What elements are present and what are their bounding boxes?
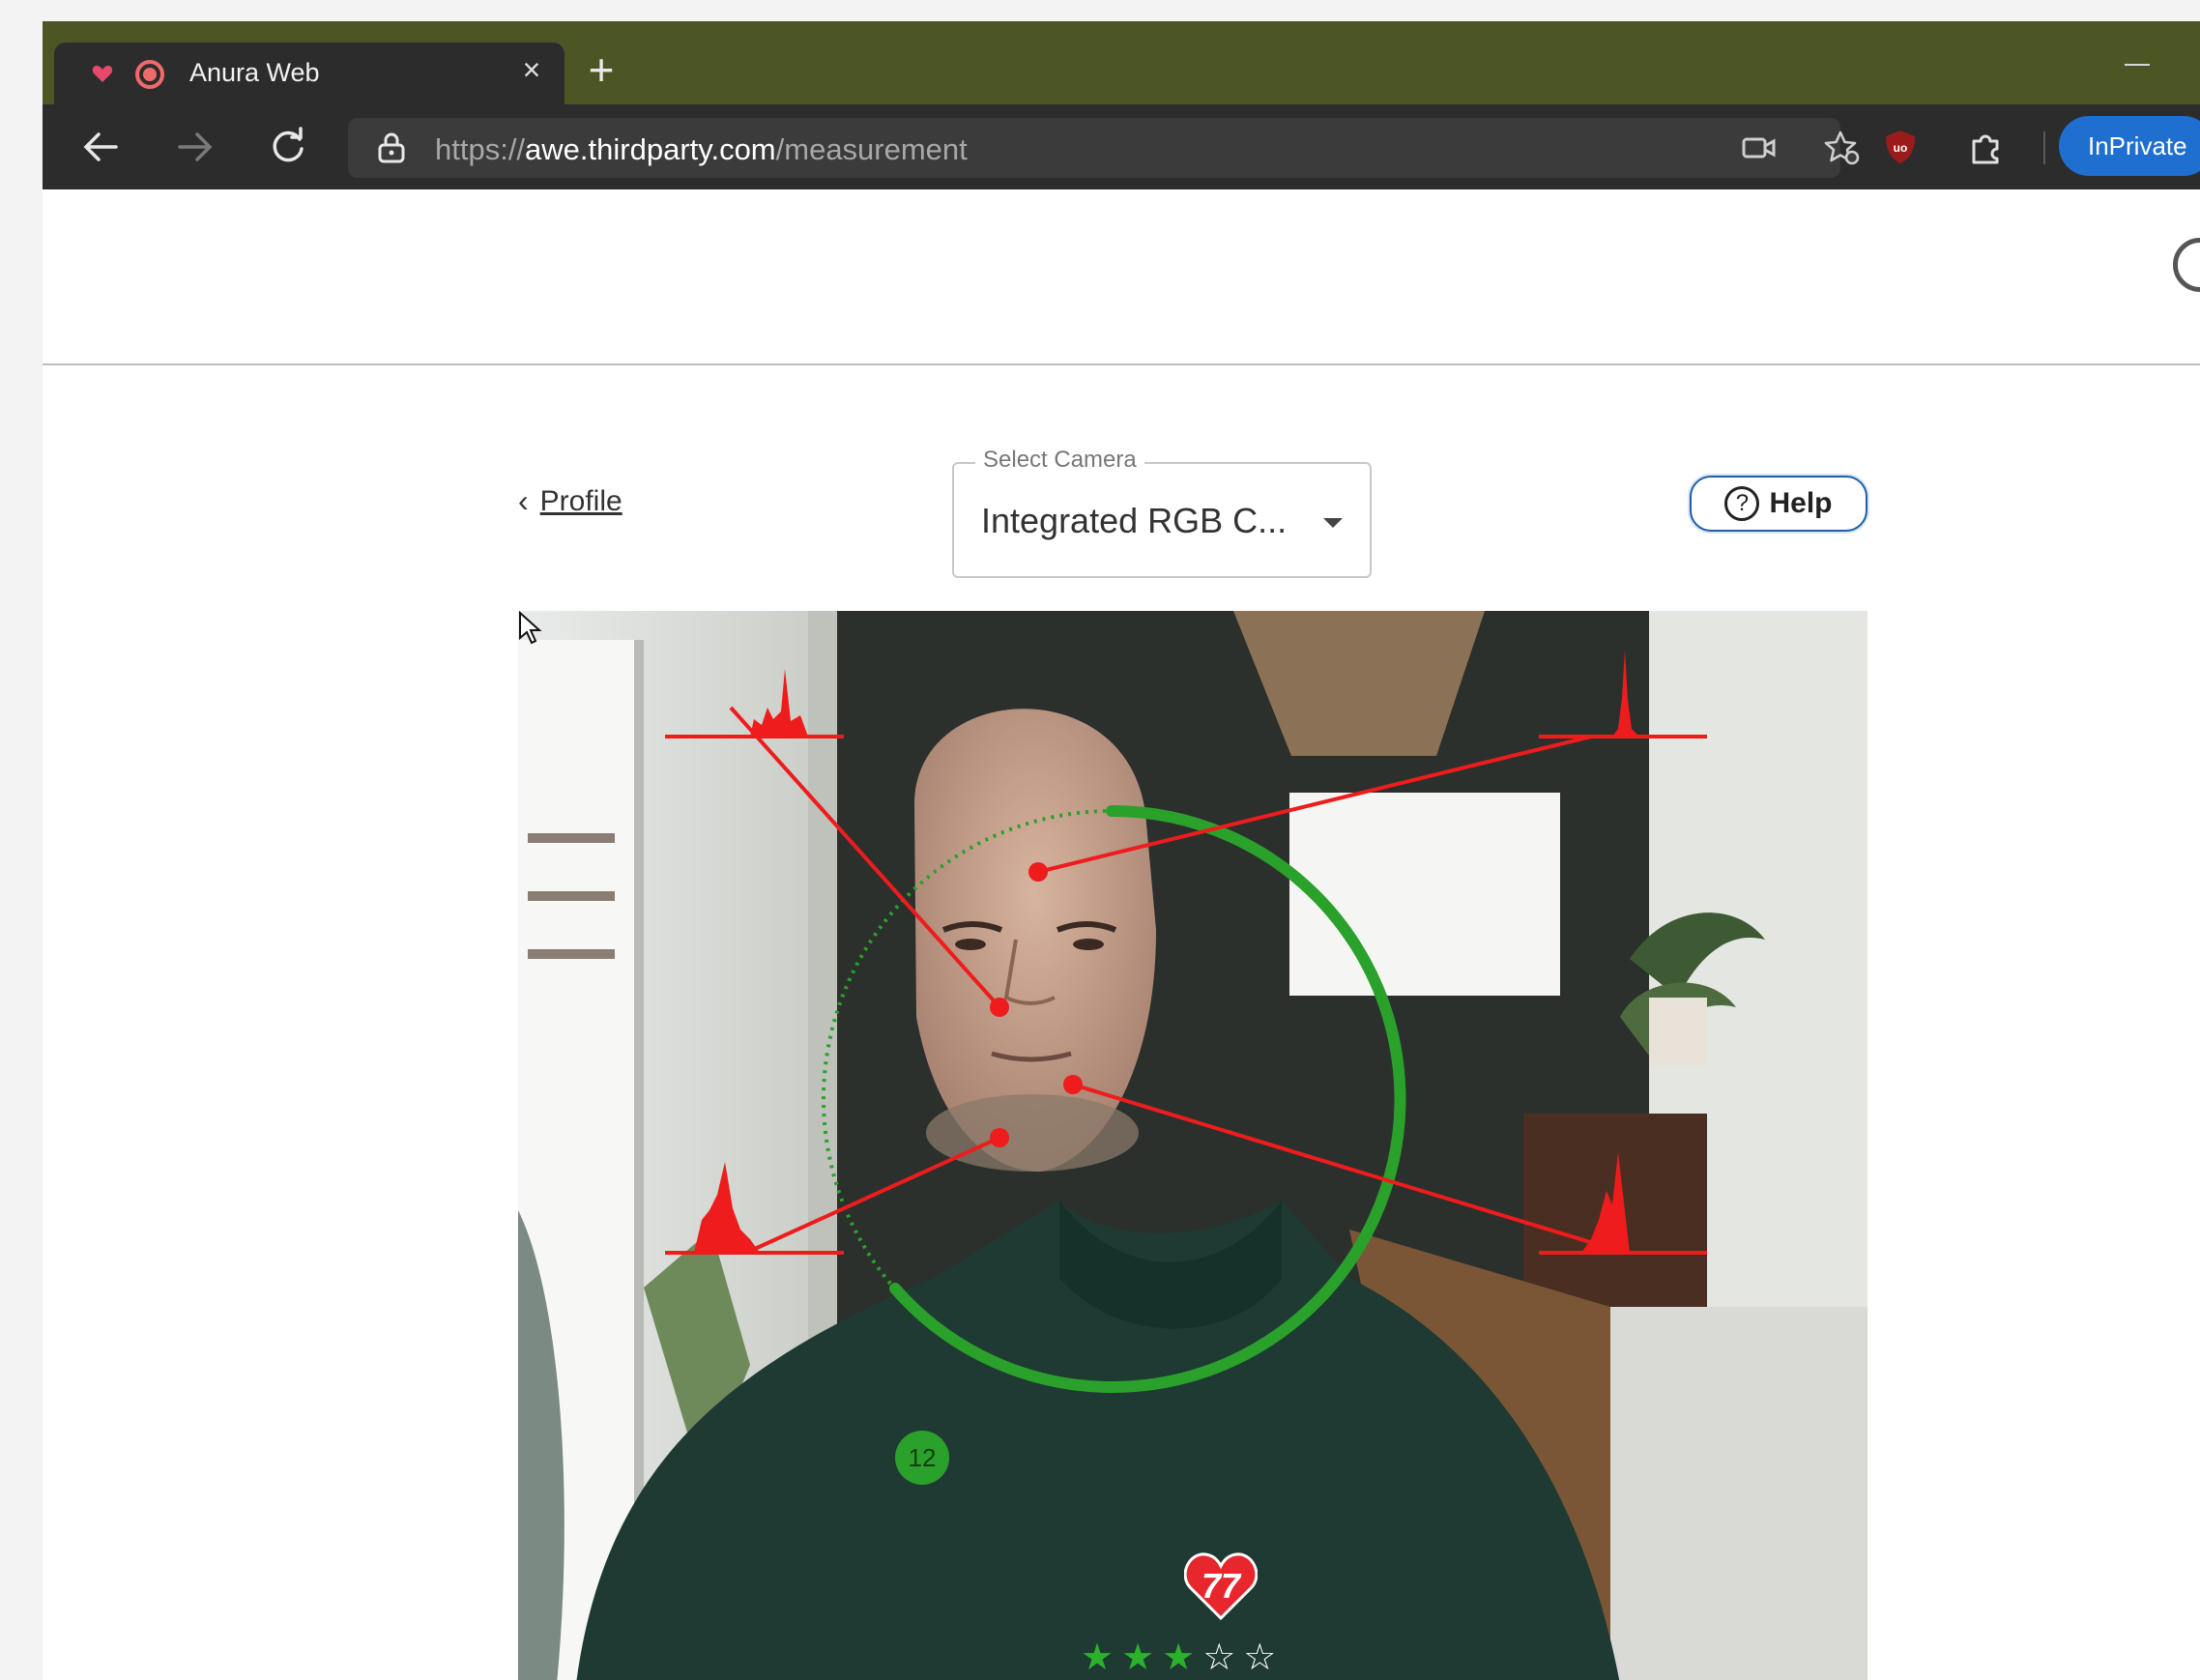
url-host: awe.thirdparty.com <box>525 132 776 166</box>
camera-select-value: Integrated RGB C... <box>981 501 1288 540</box>
profile-link-label: Profile <box>539 484 622 517</box>
roi-nose-dot <box>990 998 1009 1017</box>
connector-cheek <box>1072 1083 1613 1251</box>
inprivate-button[interactable]: InPrivate <box>2059 116 2200 176</box>
camera-feed: 12 77 ★★★☆☆ <box>518 611 1867 1680</box>
signal-histogram-tr <box>1612 650 1639 737</box>
tab-title: Anura Web <box>189 58 320 87</box>
star-empty-icon: ☆☆ <box>1202 1637 1285 1678</box>
page-content: ‹ Profile Select Camera Integrated RGB C… <box>43 189 2200 1680</box>
camera-icon[interactable] <box>1740 129 1779 167</box>
camera-select-label: Select Camera <box>975 447 1144 474</box>
toolbar-separator <box>2043 131 2045 164</box>
signal-histogram-br <box>1581 1152 1630 1253</box>
extensions-icon[interactable] <box>1966 128 2005 166</box>
favorites-icon[interactable] <box>1823 129 1862 167</box>
new-tab-button[interactable]: + <box>580 47 622 93</box>
progress-count-badge: 12 <box>895 1431 949 1485</box>
progress-ring <box>889 805 1406 1393</box>
signal-histogram-tl <box>750 669 808 737</box>
back-icon[interactable] <box>77 124 124 170</box>
user-avatar-icon[interactable] <box>2173 238 2200 292</box>
url-scheme: https:// <box>435 132 526 166</box>
caret-down-icon[interactable] <box>1323 518 1343 528</box>
tab-anura-web[interactable]: Anura Web × <box>54 43 564 104</box>
signal-histogram-bl <box>694 1162 760 1253</box>
reload-icon[interactable] <box>265 124 311 170</box>
lock-icon[interactable] <box>375 131 408 164</box>
help-button[interactable]: ? Help <box>1690 476 1867 532</box>
heart-icon <box>92 65 113 82</box>
connector-forehead <box>1037 735 1592 874</box>
minimize-button[interactable] <box>2125 64 2150 66</box>
tab-bar: Anura Web × + <box>43 21 2200 104</box>
address-bar[interactable]: https://awe.thirdparty.com/measurement <box>348 118 1860 178</box>
close-tab-icon[interactable]: × <box>514 52 549 87</box>
forward-icon[interactable] <box>172 124 218 170</box>
app-header <box>43 189 2200 365</box>
face-overlay <box>665 650 1707 1393</box>
quality-stars: ★★★☆☆ <box>1081 1636 1284 1679</box>
profile-back-link[interactable]: ‹ Profile <box>518 483 622 519</box>
roi-chin-dot <box>990 1128 1009 1147</box>
roi-forehead-dot <box>1028 862 1048 882</box>
chevron-left-icon: ‹ <box>518 483 529 518</box>
ublock-icon[interactable]: uo <box>1881 128 1920 166</box>
record-icon <box>135 60 164 89</box>
browser-window: Anura Web × + https://awe.thirdparty.com… <box>43 21 2200 1680</box>
connector-chin <box>745 1136 1000 1255</box>
roi-cheek-dot <box>1063 1075 1083 1094</box>
connector-nose <box>729 706 1001 1009</box>
help-button-label: Help <box>1769 487 1833 519</box>
star-filled-icon: ★★★ <box>1081 1637 1203 1678</box>
heart-rate-value: 77 <box>1201 1566 1241 1606</box>
camera-select[interactable]: Select Camera Integrated RGB C... <box>952 447 1372 578</box>
mouse-cursor-icon <box>519 611 542 645</box>
browser-toolbar: https://awe.thirdparty.com/measurement u… <box>43 104 2200 189</box>
heart-rate-badge: 77 <box>1184 1552 1258 1620</box>
help-icon: ? <box>1724 486 1760 521</box>
url-path: /measurement <box>775 132 968 166</box>
url-text[interactable]: https://awe.thirdparty.com/measurement <box>435 132 968 167</box>
svg-text:uo: uo <box>1894 141 1908 155</box>
